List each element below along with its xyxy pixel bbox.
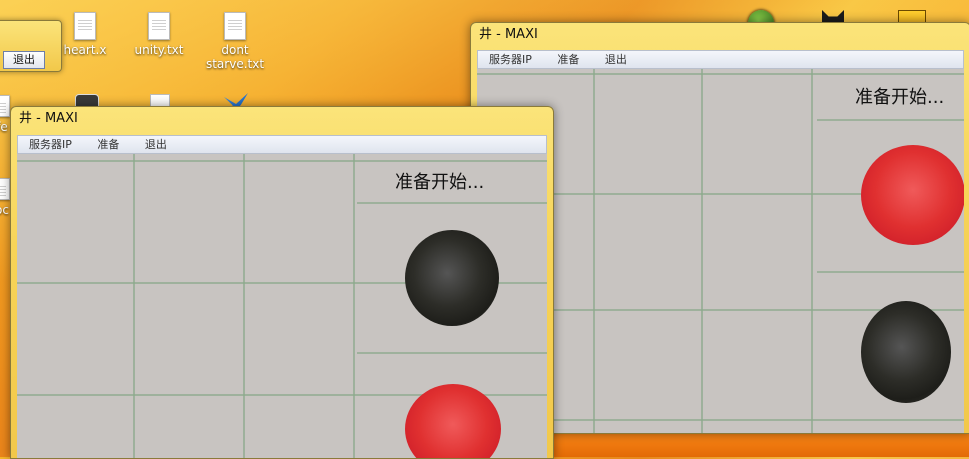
menu-ready[interactable]: 准备 [546,51,590,68]
text-file-icon [224,12,246,40]
desktop-icon-label: oc [0,203,9,217]
desktop-icon-label: dont starve.txt [205,43,265,71]
grid-line [243,154,245,458]
grid-line [357,202,547,204]
black-piece [861,301,951,403]
mini-dialog: 退出 [0,20,62,72]
game-window-front: 井 - MAXI 服务器IP 准备 退出 准备开始... [10,106,554,459]
grid-line [593,69,595,433]
menu-exit[interactable]: 退出 [594,51,638,68]
menu-exit[interactable]: 退出 [134,136,178,153]
exit-button[interactable]: 退出 [3,51,45,69]
grid-line [817,271,964,273]
grid-line [817,119,964,121]
menu-server-ip[interactable]: 服务器IP [18,136,83,153]
grid-line [701,69,703,433]
grid-line [17,160,547,162]
window-title: 井 - MAXI [19,111,78,126]
black-piece [405,230,499,326]
desktop-icon-dont-starve[interactable]: dont starve.txt [200,12,270,71]
text-file-icon [0,178,10,200]
menu-bar: 服务器IP 准备 退出 [477,50,964,69]
window-title: 井 - MAXI [479,27,538,42]
grid-line [357,352,547,354]
text-file-icon [74,12,96,40]
status-text: 准备开始... [395,172,485,193]
desktop-icon-label: fe [0,120,8,134]
grid-line [477,73,964,75]
menu-ready[interactable]: 准备 [86,136,130,153]
text-file-icon [0,95,10,117]
menu-server-ip[interactable]: 服务器IP [478,51,543,68]
red-piece [861,145,964,245]
menu-bar: 服务器IP 准备 退出 [17,135,547,154]
status-text: 准备开始... [855,87,945,108]
text-file-icon [148,12,170,40]
desktop-icon-unity[interactable]: unity.txt [124,12,194,57]
grid-line [353,154,355,458]
desktop-icon-label: unity.txt [134,43,184,57]
grid-line [133,154,135,458]
board-canvas[interactable]: 准备开始... [17,154,547,458]
grid-line [811,69,813,433]
desktop-icon-label: heart.x [63,43,107,57]
